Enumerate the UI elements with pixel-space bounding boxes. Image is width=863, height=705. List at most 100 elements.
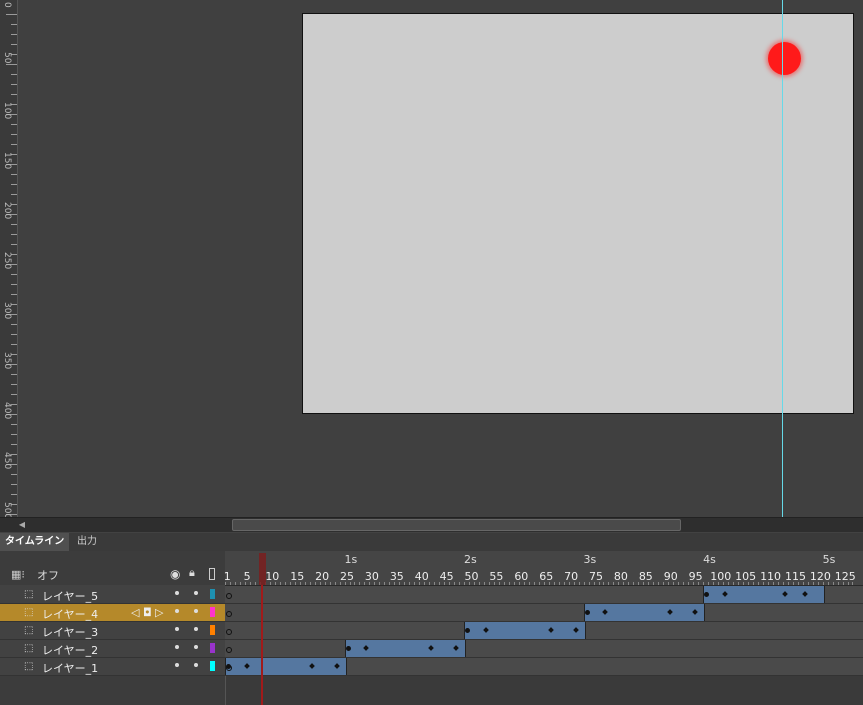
frame-tick: [713, 582, 715, 585]
layer-name[interactable]: レイヤー_3: [42, 624, 98, 640]
keyframe[interactable]: [226, 664, 231, 669]
layer-name[interactable]: レイヤー_4: [42, 606, 98, 622]
layer-color-swatch[interactable]: [210, 625, 215, 635]
layer-track[interactable]: [225, 622, 863, 640]
frame-number: 50: [464, 570, 479, 583]
tab-timeline[interactable]: タイムライン: [0, 533, 70, 551]
frame-tick: [588, 582, 590, 585]
frame-tick: [633, 582, 635, 585]
scroll-thumb[interactable]: [232, 519, 681, 531]
visibility-toggle[interactable]: [175, 663, 179, 667]
frame-tick: [782, 582, 784, 585]
frame-tick: [648, 582, 650, 585]
frame-tick: [503, 582, 505, 585]
frame-tick: [747, 582, 749, 585]
layer-track[interactable]: [225, 604, 863, 622]
ruler-tick: [11, 394, 17, 395]
ruler-tick: [11, 124, 17, 125]
frame-tick: [558, 582, 560, 585]
lock-toggle[interactable]: [194, 663, 198, 667]
frame-tick: [548, 582, 550, 585]
stage-canvas[interactable]: [302, 13, 854, 414]
keyframe[interactable]: [345, 646, 351, 651]
lock-toggle[interactable]: [194, 591, 198, 595]
layer-row[interactable]: ⬚ レイヤー_1: [0, 658, 863, 676]
frame-tick: [279, 582, 281, 585]
empty-keyframe[interactable]: [226, 629, 232, 635]
layer-row[interactable]: ⬚ レイヤー_4 ◁ ◘ ▷: [0, 604, 863, 622]
frame-number: 80: [613, 570, 628, 583]
add-keyframe-icon[interactable]: ◘: [143, 606, 152, 619]
visibility-toggle[interactable]: [175, 627, 179, 631]
layer-name[interactable]: レイヤー_2: [42, 642, 98, 658]
layer-track[interactable]: [225, 640, 863, 658]
playhead-handle[interactable]: [259, 553, 266, 585]
layer-row[interactable]: ⬚ レイヤー_5: [0, 586, 863, 604]
frame-tick: [469, 582, 471, 585]
frame-tick: [449, 582, 451, 585]
frame-number: 90: [663, 570, 678, 583]
frame-tick: [638, 582, 640, 585]
frame-tick: [678, 582, 680, 585]
outline-icon[interactable]: [209, 568, 215, 580]
layer-row[interactable]: ⬚ レイヤー_3: [0, 622, 863, 640]
layer-name[interactable]: レイヤー_5: [42, 588, 98, 604]
frame-tick: [439, 582, 441, 585]
layer-name-cell[interactable]: ⬚ レイヤー_4 ◁ ◘ ▷: [0, 604, 225, 622]
frame-number: 70: [564, 570, 579, 583]
lock-icon[interactable]: 🔒︎: [189, 566, 195, 580]
frame-tick: [698, 582, 700, 585]
frame-tick: [294, 582, 296, 585]
frame-tick: [488, 582, 490, 585]
layer-name-cell[interactable]: ⬚ レイヤー_2: [0, 640, 225, 658]
motion-tween-span[interactable]: [464, 622, 586, 639]
visibility-toggle[interactable]: [175, 591, 179, 595]
visibility-eye-icon[interactable]: ◉: [170, 567, 180, 581]
frame-tick: [359, 582, 361, 585]
keyframe[interactable]: [465, 628, 471, 633]
playhead-line[interactable]: [261, 585, 263, 705]
prev-keyframe-icon[interactable]: ◁: [131, 606, 139, 619]
layer-row[interactable]: ⬚ レイヤー_2: [0, 640, 863, 658]
ruler-tick: [11, 84, 17, 85]
camera-icon[interactable]: ▦⁝: [11, 568, 25, 581]
layer-color-swatch[interactable]: [210, 589, 215, 599]
frame-tick: [289, 582, 291, 585]
layer-color-swatch[interactable]: [210, 661, 215, 671]
empty-keyframe[interactable]: [226, 647, 232, 653]
vertical-ruler: 0 50 100 150 200 250 300 350 400 450 500: [0, 0, 18, 519]
layer-name-cell[interactable]: ⬚ レイヤー_3: [0, 622, 225, 640]
onion-skin-label[interactable]: オフ: [37, 567, 59, 583]
layer-color-swatch[interactable]: [210, 607, 215, 617]
scroll-left-arrow-icon[interactable]: ◀: [17, 520, 27, 530]
frame-tick: [389, 582, 391, 585]
guide-line[interactable]: [782, 0, 783, 517]
empty-keyframe[interactable]: [226, 593, 232, 599]
empty-keyframe[interactable]: [226, 611, 232, 617]
frame-number: 45: [439, 570, 454, 583]
ruler-tick: [11, 194, 17, 195]
frame-tick: [229, 582, 231, 585]
layer-name-cell[interactable]: ⬚ レイヤー_5: [0, 586, 225, 604]
tab-output[interactable]: 出力: [72, 533, 102, 551]
layer-track[interactable]: [225, 586, 863, 604]
frame-tick: [414, 582, 416, 585]
visibility-toggle[interactable]: [175, 609, 179, 613]
visibility-toggle[interactable]: [175, 645, 179, 649]
frame-tick: [593, 582, 595, 585]
keyframe[interactable]: [584, 610, 590, 615]
frame-tick: [454, 582, 456, 585]
red-ball-object[interactable]: [768, 42, 801, 75]
lock-toggle[interactable]: [194, 627, 198, 631]
lock-toggle[interactable]: [194, 645, 198, 649]
next-keyframe-icon[interactable]: ▷: [155, 606, 163, 619]
frame-tick: [274, 582, 276, 585]
motion-tween-span[interactable]: [225, 658, 347, 675]
layer-name-cell[interactable]: ⬚ レイヤー_1: [0, 658, 225, 676]
lock-toggle[interactable]: [194, 609, 198, 613]
frame-tick: [852, 582, 854, 585]
ruler-tick: [11, 284, 17, 285]
layer-name[interactable]: レイヤー_1: [42, 660, 98, 676]
layer-color-swatch[interactable]: [210, 643, 215, 653]
layer-track[interactable]: [225, 658, 863, 676]
